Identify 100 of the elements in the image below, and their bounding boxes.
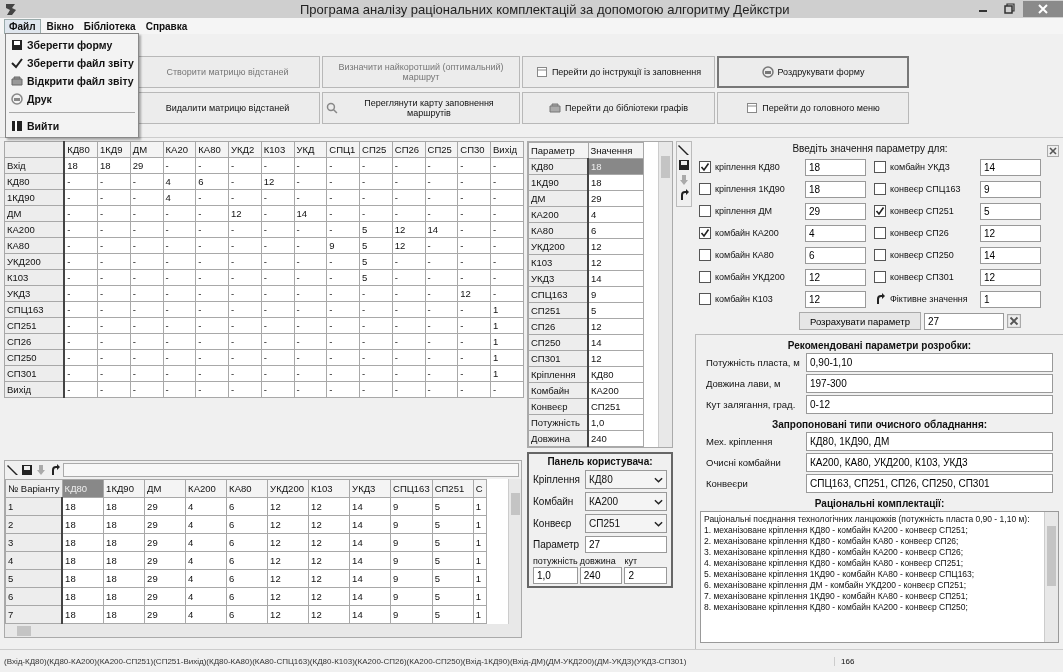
table-cell[interactable]: 18 (62, 515, 104, 534)
checkbox[interactable] (699, 227, 711, 239)
table-cell[interactable]: - (130, 333, 164, 350)
table-cell[interactable]: 5 (359, 221, 393, 238)
table-cell[interactable]: - (64, 381, 98, 398)
table-cell[interactable]: - (64, 349, 98, 366)
table-cell[interactable]: - (425, 237, 458, 254)
table-cell[interactable]: 12 (457, 285, 491, 302)
table-cell[interactable]: - (130, 221, 164, 238)
table-cell[interactable]: 18 (62, 569, 104, 588)
table-cell[interactable]: - (490, 253, 524, 270)
menu-entry[interactable]: Друк (6, 90, 138, 108)
table-cell[interactable]: - (195, 269, 229, 286)
table-cell[interactable]: 12 (267, 497, 309, 516)
table-cell[interactable]: - (261, 349, 295, 366)
close-button[interactable] (1023, 1, 1063, 17)
table-cell[interactable]: - (97, 333, 131, 350)
input-field[interactable]: 14 (980, 246, 1041, 264)
table-cell[interactable]: - (425, 157, 458, 174)
table-cell[interactable]: 4 (185, 497, 227, 516)
table-cell[interactable]: - (228, 173, 262, 190)
table-cell[interactable]: - (261, 317, 295, 334)
table-cell[interactable]: - (294, 285, 327, 302)
table-cell[interactable]: 12 (588, 350, 644, 367)
table-cell[interactable]: - (163, 253, 196, 270)
table-cell[interactable]: - (457, 173, 491, 190)
table-cell[interactable]: - (163, 237, 196, 254)
table-cell[interactable]: 12 (267, 587, 309, 606)
table-cell[interactable]: 12 (308, 587, 350, 606)
table-cell[interactable]: - (326, 317, 360, 334)
table-cell[interactable]: - (326, 173, 360, 190)
table-cell[interactable]: 14 (349, 497, 391, 516)
table-cell[interactable]: 6 (226, 587, 268, 606)
horizontal-scrollbar[interactable] (5, 624, 521, 637)
table-cell[interactable]: - (195, 301, 229, 318)
table-cell[interactable]: - (97, 301, 131, 318)
table-cell[interactable]: - (64, 285, 98, 302)
table-cell[interactable]: 4 (185, 587, 227, 606)
checkbox[interactable] (874, 205, 886, 217)
text-area[interactable] (700, 511, 1059, 643)
table-cell[interactable]: 29 (144, 551, 186, 570)
table-cell[interactable]: 14 (588, 270, 644, 287)
table-cell[interactable]: 18 (588, 174, 644, 191)
table-cell[interactable]: 9 (390, 605, 433, 624)
table-cell[interactable]: 18 (62, 587, 104, 606)
table-cell[interactable]: - (195, 333, 229, 350)
table-cell[interactable]: - (326, 333, 360, 350)
checkbox[interactable] (699, 271, 711, 283)
table-cell[interactable]: 1 (490, 333, 524, 350)
menu-entry[interactable]: Зберегти форму (6, 36, 138, 54)
table-cell[interactable]: 14 (425, 221, 458, 238)
column-header[interactable]: ДМ (144, 479, 186, 498)
table-cell[interactable]: 9 (326, 237, 360, 254)
table-cell[interactable]: 1 (473, 587, 487, 606)
table-cell[interactable]: - (163, 365, 196, 382)
table-cell[interactable]: - (392, 269, 426, 286)
table-cell[interactable]: - (228, 349, 262, 366)
table-cell[interactable]: 14 (349, 605, 391, 624)
table-cell[interactable]: 12 (267, 569, 309, 588)
table-cell[interactable]: - (261, 221, 295, 238)
table-cell[interactable]: - (97, 269, 131, 286)
toolbar-button[interactable]: Перейти до інструкції із заповнення (522, 56, 715, 88)
input-field[interactable]: 12 (805, 268, 866, 286)
table-cell[interactable]: 9 (390, 587, 433, 606)
input-field[interactable]: 12 (805, 290, 866, 308)
table-cell[interactable]: 18 (64, 157, 98, 174)
table-cell[interactable]: 5 (432, 533, 474, 552)
table-cell[interactable]: - (163, 205, 196, 222)
table-cell[interactable]: 4 (588, 206, 644, 223)
table-cell[interactable]: - (490, 237, 524, 254)
table-cell[interactable]: 29 (144, 515, 186, 534)
table-cell[interactable]: - (97, 189, 131, 206)
toolbar-button[interactable]: Перейти до головного меню (717, 92, 909, 124)
table-cell[interactable]: - (64, 189, 98, 206)
table-cell[interactable]: - (97, 205, 131, 222)
column-header[interactable]: КА200 (185, 479, 227, 498)
table-cell[interactable]: 18 (103, 533, 145, 552)
input-field[interactable]: СПЦ163, СП251, СП26, СП250, СП301 (806, 474, 1053, 493)
table-cell[interactable]: - (163, 157, 196, 174)
table-cell[interactable]: 5 (359, 253, 393, 270)
table-cell[interactable]: - (359, 205, 393, 222)
table-cell[interactable]: - (457, 221, 491, 238)
checkbox[interactable] (699, 293, 711, 305)
table-cell[interactable]: - (359, 317, 393, 334)
table-cell[interactable]: 5 (359, 269, 393, 286)
menu-item[interactable]: Файл (4, 18, 41, 34)
table-cell[interactable]: - (457, 205, 491, 222)
table-cell[interactable]: - (228, 189, 262, 206)
table-cell[interactable]: - (326, 253, 360, 270)
input-field[interactable]: 18 (805, 158, 866, 176)
table-cell[interactable]: - (294, 269, 327, 286)
table-cell[interactable]: - (392, 205, 426, 222)
table-cell[interactable]: - (261, 333, 295, 350)
input-field[interactable]: КА200, КА80, УКД200, К103, УКД3 (806, 453, 1053, 472)
table-cell[interactable]: 4 (185, 515, 227, 534)
vertical-scrollbar[interactable] (508, 479, 521, 624)
table-cell[interactable]: - (425, 205, 458, 222)
table-cell[interactable]: 6 (588, 222, 644, 239)
input-field[interactable]: КД80, 1КД90, ДМ (806, 432, 1053, 451)
table-cell[interactable]: - (261, 253, 295, 270)
